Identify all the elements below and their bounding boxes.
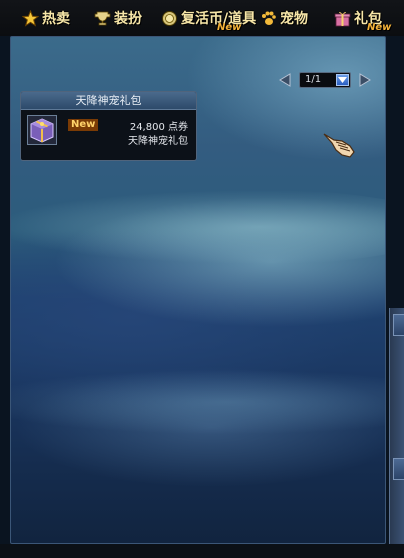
tab-hot-sale[interactable]: 热卖 — [22, 8, 70, 28]
item-card[interactable]: 天降神宠礼包 New 24,800 点券 天降神宠礼包 — [20, 91, 197, 161]
bottom-bar — [0, 544, 404, 558]
pagination: 1/1 — [277, 71, 373, 89]
chevron-down-icon[interactable] — [336, 74, 349, 86]
tab-costume[interactable]: 装扮 — [94, 8, 142, 28]
paw-icon — [260, 10, 277, 27]
tab-label: 装扮 — [114, 11, 142, 27]
new-tag: New — [367, 22, 392, 33]
star-icon — [22, 9, 39, 27]
item-price: 24,800 点券 — [129, 122, 188, 133]
next-page-icon[interactable] — [357, 72, 373, 88]
tab-pets[interactable]: 宠物 — [260, 8, 308, 28]
side-button[interactable] — [393, 314, 404, 336]
tab-label: 热卖 — [42, 11, 70, 27]
new-tag: New — [217, 22, 242, 33]
background-wave — [11, 187, 385, 267]
gift-box-icon — [27, 115, 57, 145]
tab-revive-coin-items[interactable]: 复活币/道具 New — [161, 8, 256, 33]
tab-gift-packs[interactable]: 礼包 New — [334, 8, 391, 33]
right-side-panel-edge — [389, 308, 404, 558]
tab-label: 宠物 — [280, 11, 308, 27]
category-tab-bar: 热卖 装扮 复活币/道具 New 宠物 礼包 New — [0, 0, 404, 36]
page-select[interactable]: 1/1 — [299, 72, 351, 88]
new-badge: New — [68, 119, 99, 131]
hand-cursor-icon — [320, 130, 358, 160]
gift-icon — [334, 10, 351, 27]
prev-page-icon[interactable] — [277, 72, 293, 88]
item-title: 天降神宠礼包 — [21, 92, 196, 110]
trophy-icon — [94, 10, 111, 27]
page-indicator: 1/1 — [305, 74, 322, 85]
item-name: 天降神宠礼包 — [128, 136, 188, 147]
coin-icon — [161, 10, 178, 27]
side-button[interactable] — [393, 458, 404, 480]
background-wave — [11, 367, 385, 437]
